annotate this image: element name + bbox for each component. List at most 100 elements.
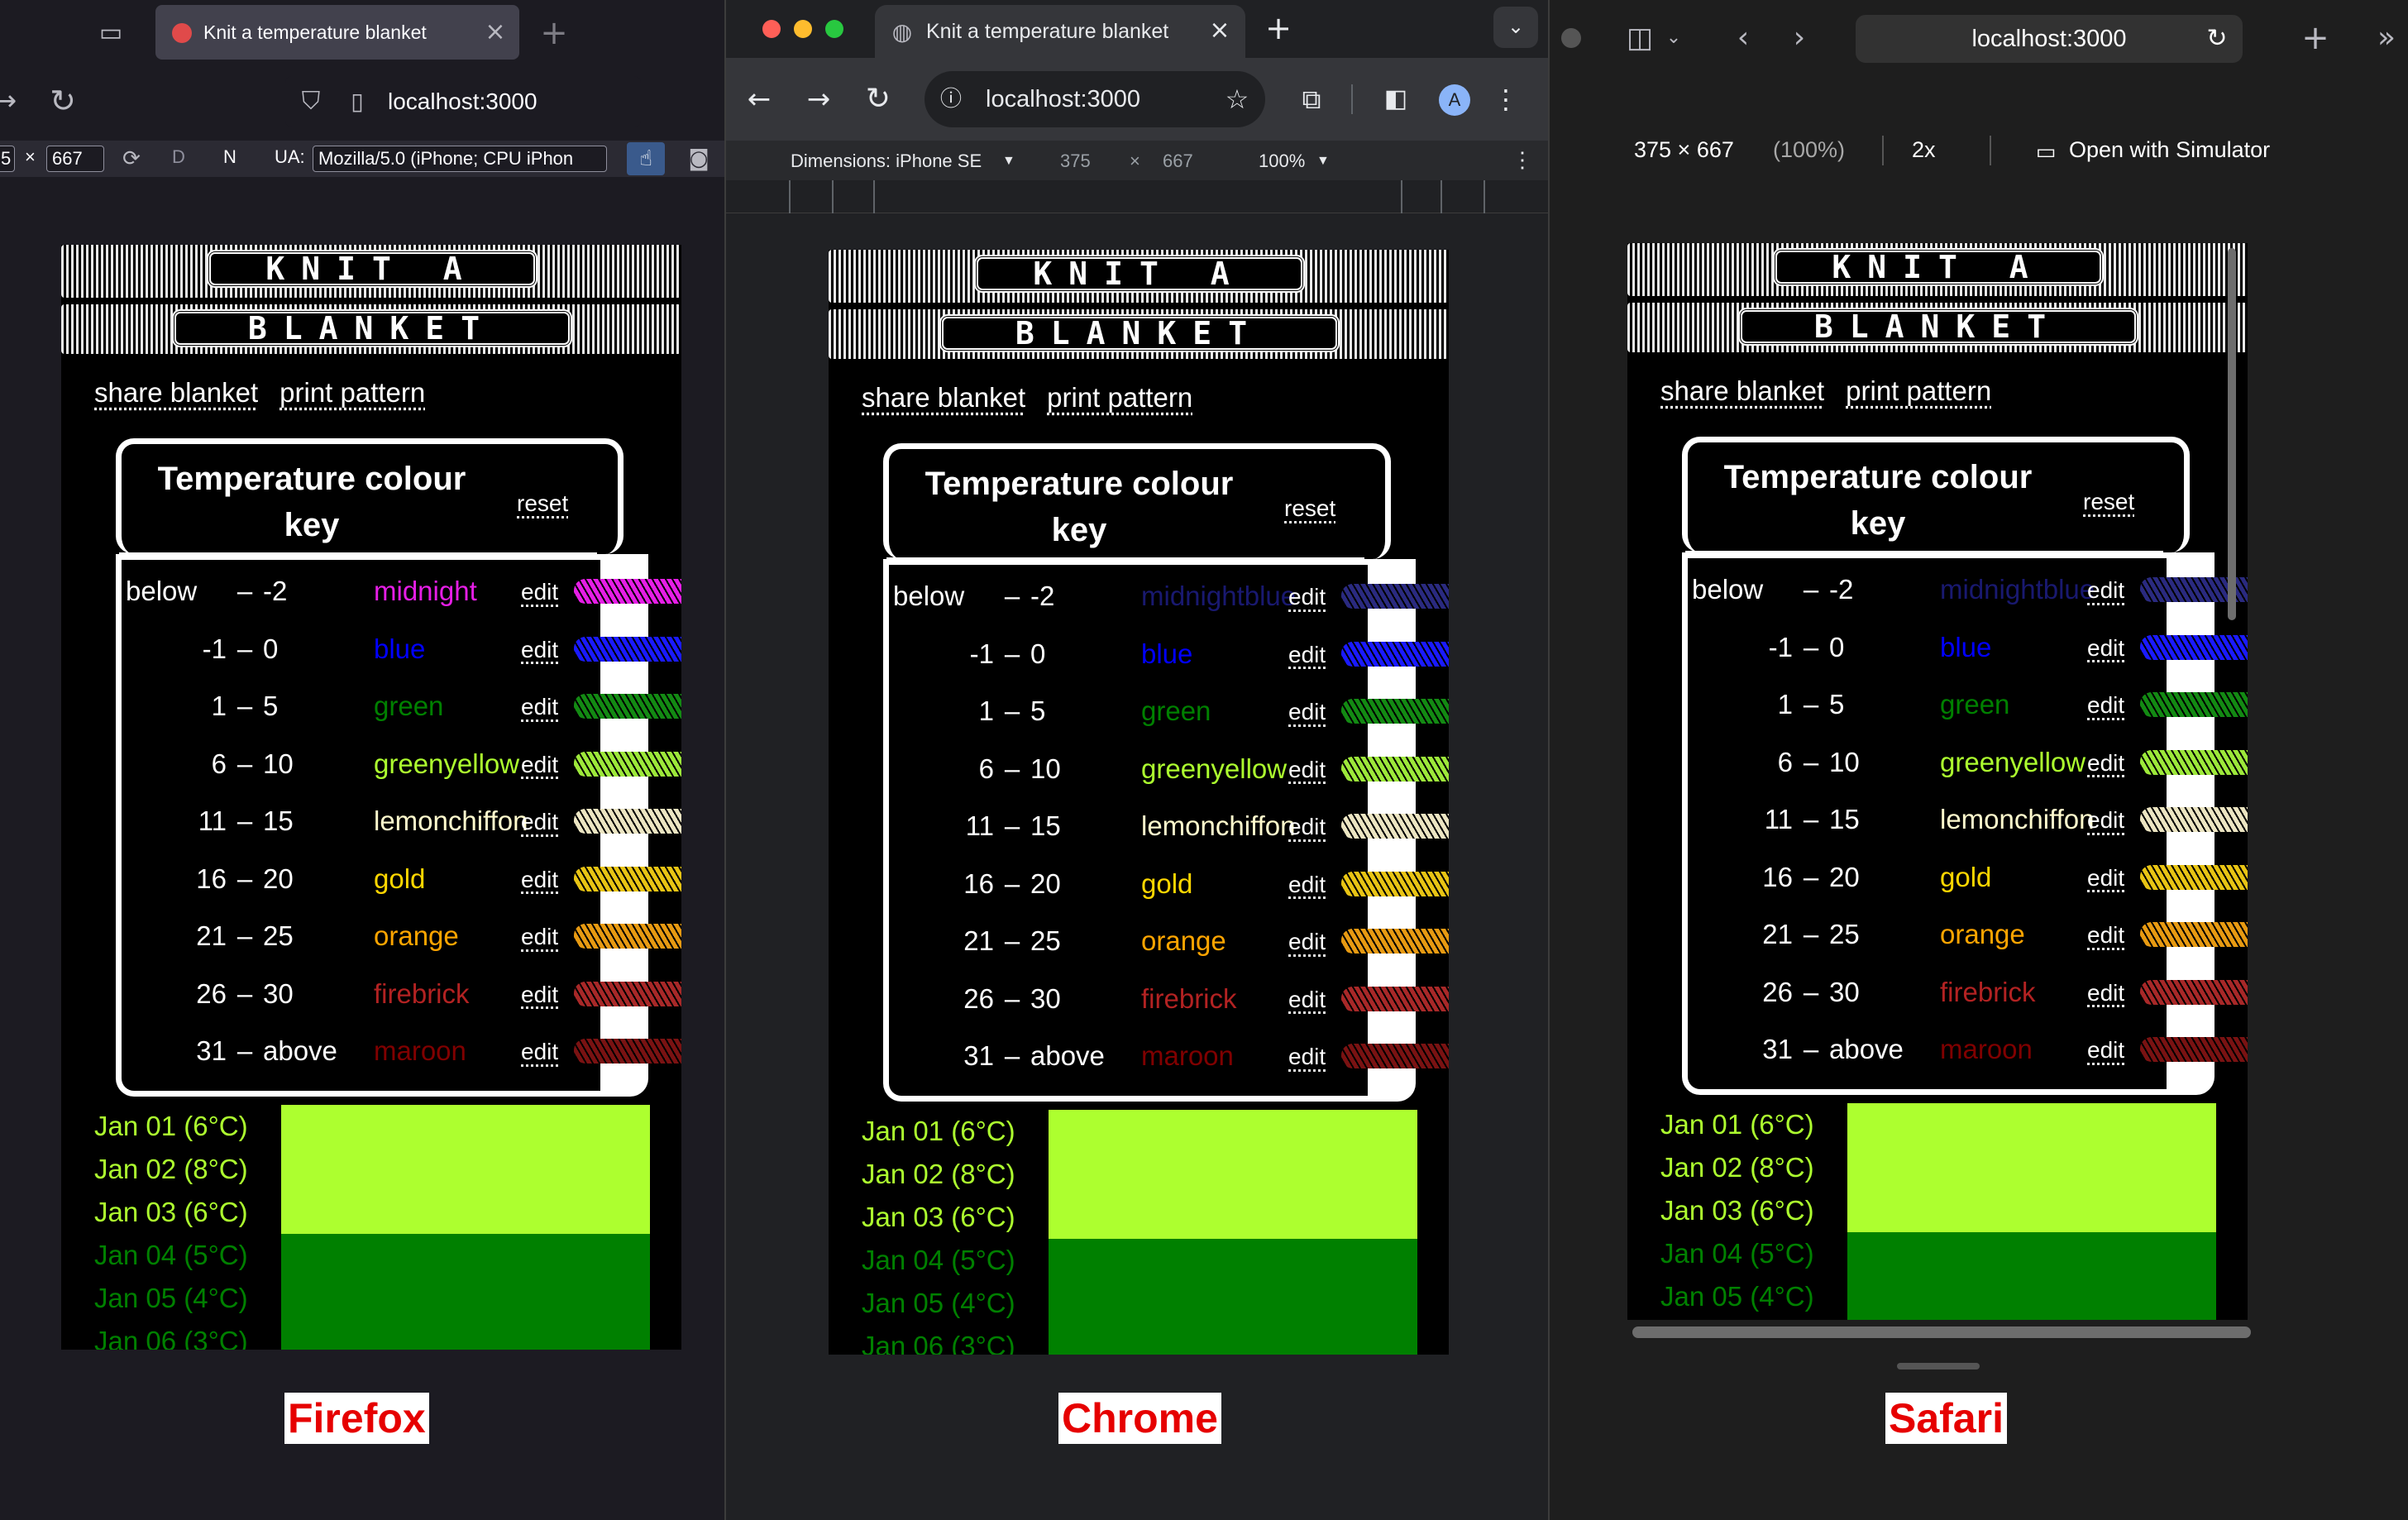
device-menu-icon[interactable]: ⋮ xyxy=(1512,147,1533,173)
edit-button[interactable]: edit xyxy=(521,924,558,950)
edit-button[interactable]: edit xyxy=(2087,577,2124,604)
close-tab-icon[interactable]: × xyxy=(1206,17,1234,45)
share-blanket-link[interactable]: share blanket xyxy=(94,377,258,409)
range-low: below xyxy=(1692,574,1764,605)
edit-button[interactable]: edit xyxy=(1288,929,1326,955)
back-icon[interactable]: ‹ xyxy=(1727,20,1760,56)
edit-button[interactable]: edit xyxy=(1288,1044,1326,1070)
edit-button[interactable]: edit xyxy=(1288,642,1326,668)
share-blanket-link[interactable]: share blanket xyxy=(1660,375,1824,407)
new-tab-icon[interactable]: + xyxy=(2297,20,2334,56)
print-pattern-link[interactable]: print pattern xyxy=(1846,375,1991,407)
yarn-strand xyxy=(2140,979,2248,1005)
edit-button[interactable]: edit xyxy=(1288,987,1326,1013)
reload-icon[interactable]: ↻ xyxy=(860,81,896,117)
edit-button[interactable]: edit xyxy=(1288,699,1326,725)
menu-dots-icon[interactable]: ⋮ xyxy=(1493,81,1519,117)
new-tab-icon[interactable]: + xyxy=(536,15,572,51)
forward-icon[interactable]: › xyxy=(1783,20,1816,56)
bookmark-star-icon[interactable]: ☆ xyxy=(1222,84,1252,114)
range-dash: – xyxy=(1803,804,1819,834)
range-low: 26 xyxy=(196,977,227,1009)
edit-button[interactable]: edit xyxy=(2087,807,2124,834)
zoom-window-button[interactable] xyxy=(825,20,843,38)
safari-url-bar[interactable]: localhost:3000 ↻ xyxy=(1856,15,2243,63)
edit-button[interactable]: edit xyxy=(2087,750,2124,777)
rdm-height-input[interactable]: 667 xyxy=(46,146,104,172)
sidebar-icon[interactable]: ◫ xyxy=(1621,20,1659,56)
edit-button[interactable]: edit xyxy=(1288,584,1326,610)
forward-icon[interactable]: → xyxy=(0,83,20,119)
device-select[interactable]: Dimensions: iPhone SE xyxy=(791,151,982,172)
rdm-network[interactable]: N xyxy=(223,146,236,168)
new-tab-icon[interactable]: + xyxy=(1262,12,1295,45)
edit-button[interactable]: edit xyxy=(2087,692,2124,719)
side-panel-icon[interactable]: ◧ xyxy=(1378,81,1414,117)
edit-button[interactable]: edit xyxy=(1288,757,1326,783)
share-blanket-link[interactable]: share blanket xyxy=(862,382,1025,413)
edit-button[interactable]: edit xyxy=(1288,814,1326,840)
edit-button[interactable]: edit xyxy=(521,579,558,605)
reload-icon[interactable]: ↻ xyxy=(45,83,81,119)
tab-overview-icon[interactable]: » xyxy=(2370,20,2403,56)
close-tab-icon[interactable]: × xyxy=(481,18,509,46)
window-control[interactable] xyxy=(1561,28,1581,48)
back-icon[interactable]: ← xyxy=(741,81,777,117)
chrome-tab[interactable]: ◍ Knit a temperature blanket × xyxy=(875,5,1245,58)
ua-input[interactable]: Mozilla/5.0 (iPhone; CPU iPhon xyxy=(313,146,607,172)
edit-button[interactable]: edit xyxy=(2087,980,2124,1006)
edit-button[interactable]: edit xyxy=(2087,635,2124,662)
horizontal-scrollbar[interactable] xyxy=(1632,1326,2251,1338)
firefox-url-bar[interactable]: ⛉ ▯ localhost:3000 xyxy=(285,76,641,127)
chevron-down-icon[interactable]: ⌄ xyxy=(1664,20,1684,56)
range-dash: – xyxy=(236,863,253,894)
site-info-icon[interactable]: ⓘ xyxy=(938,86,964,112)
key-row: 6–10 greenyellow edit xyxy=(1692,734,2155,791)
reload-icon[interactable]: ↻ xyxy=(2203,25,2231,53)
open-simulator-button[interactable]: Open with Simulator xyxy=(2069,137,2270,163)
chrome-omnibox[interactable]: ⓘ localhost:3000 ☆ xyxy=(924,71,1265,127)
device-height[interactable]: 667 xyxy=(1163,151,1193,172)
reset-button[interactable]: reset xyxy=(517,490,568,517)
edit-button[interactable]: edit xyxy=(521,982,558,1008)
edit-button[interactable]: edit xyxy=(2087,1037,2124,1064)
edit-button[interactable]: edit xyxy=(1288,872,1326,898)
resize-handle[interactable] xyxy=(1897,1363,1980,1369)
range-dash: – xyxy=(1803,689,1819,719)
yarn-strand xyxy=(1341,1044,1449,1068)
profile-avatar[interactable]: A xyxy=(1439,84,1470,116)
range-dash: – xyxy=(1004,695,1020,726)
header-title-line2: BLANKET xyxy=(172,309,572,347)
key-row: 26–30 firebrick edit xyxy=(893,970,1356,1028)
reset-button[interactable]: reset xyxy=(1284,495,1335,522)
zoom-select[interactable]: 100% xyxy=(1259,151,1305,172)
safari-scale[interactable]: 2x xyxy=(1912,137,1936,163)
rdm-width-input[interactable]: 5 xyxy=(0,146,15,172)
forward-icon[interactable]: → xyxy=(800,81,837,117)
divider xyxy=(1990,136,1991,165)
print-pattern-link[interactable]: print pattern xyxy=(280,377,425,409)
edit-button[interactable]: edit xyxy=(2087,922,2124,949)
edit-button[interactable]: edit xyxy=(521,694,558,720)
edit-button[interactable]: edit xyxy=(521,1039,558,1065)
yarn-strand xyxy=(1341,986,1449,1011)
edit-button[interactable]: edit xyxy=(521,637,558,663)
vertical-scrollbar[interactable] xyxy=(2228,248,2236,620)
rotate-icon[interactable]: ⟳ xyxy=(119,146,144,172)
edit-button[interactable]: edit xyxy=(521,752,558,778)
print-pattern-link[interactable]: print pattern xyxy=(1047,382,1192,413)
extensions-icon[interactable]: ⧉ xyxy=(1293,81,1330,117)
shield-icon[interactable]: ⛉ xyxy=(297,88,325,116)
edit-button[interactable]: edit xyxy=(521,867,558,893)
range-high: -2 xyxy=(1030,581,1055,611)
close-window-button[interactable] xyxy=(762,20,781,38)
edit-button[interactable]: edit xyxy=(521,809,558,835)
reset-button[interactable]: reset xyxy=(2083,489,2134,515)
tab-overview-icon[interactable]: ▭ xyxy=(91,17,131,50)
minimize-window-button[interactable] xyxy=(794,20,812,38)
rdm-dpr[interactable]: D xyxy=(172,146,185,168)
device-width[interactable]: 375 xyxy=(1060,151,1091,172)
firefox-tab[interactable]: Knit a temperature blanket × xyxy=(155,5,519,60)
screenshot-icon[interactable]: ◙ xyxy=(683,146,714,172)
edit-button[interactable]: edit xyxy=(2087,865,2124,891)
